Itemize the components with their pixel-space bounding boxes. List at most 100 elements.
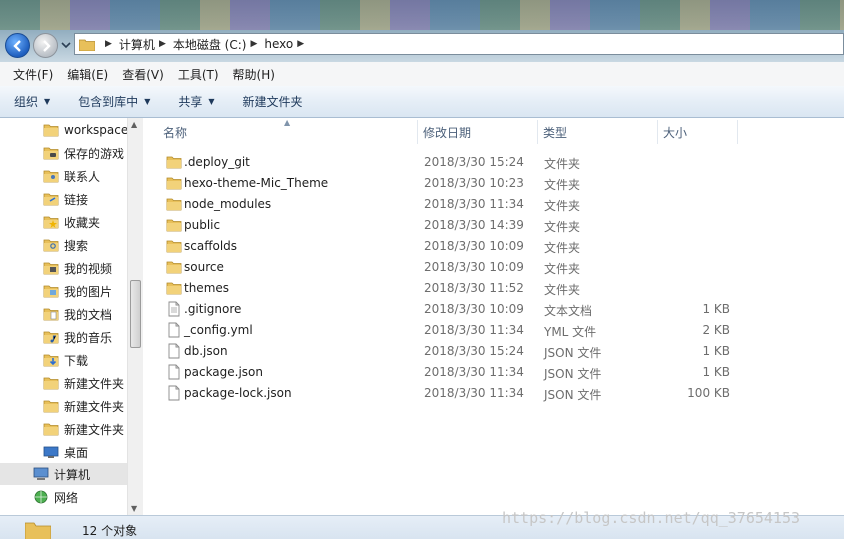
include-in-library-label: 包含到库中 (78, 95, 139, 109)
nav-item-7[interactable]: 我的图片 (0, 280, 128, 302)
share-button[interactable]: 共享 ▼ (178, 93, 214, 110)
breadcrumb-separator[interactable]: ▶ (297, 39, 304, 49)
file-row[interactable]: .deploy_git 2018/3/30 15:24 文件夹 (162, 151, 742, 172)
file-row[interactable]: node_modules 2018/3/30 11:34 文件夹 (162, 193, 742, 214)
file-date: 2018/3/30 11:52 (424, 281, 524, 295)
nav-item-1[interactable]: 保存的游戏 (0, 142, 128, 164)
chevron-down-icon: ▼ (208, 97, 215, 106)
file-size: 100 KB (687, 386, 730, 400)
forward-arrow-icon (43, 40, 51, 52)
navigation-scrollbar[interactable]: ▲ ▼ (127, 118, 143, 515)
nav-item-4[interactable]: 收藏夹 (0, 211, 128, 233)
nav-item-6[interactable]: 我的视频 (0, 257, 128, 279)
new-folder-button[interactable]: 新建文件夹 (243, 93, 303, 110)
breadcrumb-separator[interactable]: ▶ (250, 39, 257, 49)
breadcrumb-separator[interactable]: ▶ (105, 39, 112, 49)
folder-icon (166, 219, 182, 232)
breadcrumb-computer[interactable]: 计算机 (119, 36, 155, 53)
nav-item-9[interactable]: 我的音乐 (0, 326, 128, 348)
navigation-pane: workspace 保存的游戏联系人链接收藏夹搜索 我的视频 我的图片 我的文档 我的音乐… (0, 118, 143, 515)
folder-icon (166, 240, 182, 253)
nav-item-8[interactable]: 我的文档 (0, 303, 128, 325)
nav-item-label: 收藏夹 (64, 215, 101, 230)
nav-item-label: 链接 (64, 192, 89, 207)
nav-item-0[interactable]: workspace (0, 119, 128, 141)
nav-item-12[interactable]: 新建文件夹 (0, 395, 128, 417)
nav-item-11[interactable]: 新建文件夹 (0, 372, 128, 394)
file-row[interactable]: _config.yml 2018/3/30 11:34 YML 文件 2 KB (162, 319, 742, 340)
file-name: .gitignore (184, 302, 242, 316)
nav-item-label: 联系人 (64, 169, 101, 184)
menu-help[interactable]: 帮助(H) (226, 66, 282, 83)
file-type: YML 文件 (544, 325, 597, 339)
file-row[interactable]: public 2018/3/30 14:39 文件夹 (162, 214, 742, 235)
file-row[interactable]: package-lock.json 2018/3/30 11:34 JSON 文件 1… (162, 382, 742, 403)
file-type: 文件夹 (544, 283, 581, 297)
nav-item-label: 网络 (54, 490, 79, 505)
menu-file[interactable]: 文件(F) (6, 66, 60, 83)
nav-item-14[interactable]: 桌面 (0, 441, 128, 463)
nav-item-label: 新建文件夹 (64, 376, 125, 391)
file-date: 2018/3/30 10:23 (424, 176, 524, 190)
file-icon (168, 364, 180, 380)
file-type: 文件夹 (544, 241, 581, 255)
nav-item-13[interactable]: 新建文件夹 (0, 418, 128, 440)
column-date-label: 修改日期 (423, 125, 472, 140)
file-row[interactable]: package.json 2018/3/30 11:34 JSON 文件 1 KB (162, 361, 742, 382)
breadcrumb-separator[interactable]: ▶ (159, 39, 166, 49)
scrollbar-thumb[interactable] (130, 280, 141, 348)
file-type: 文件夹 (544, 220, 581, 234)
organize-button[interactable]: 组织 ▼ (14, 93, 50, 110)
nav-item-5[interactable]: 搜索 (0, 234, 128, 256)
column-header-size[interactable]: 大小 (658, 120, 738, 144)
column-header-type[interactable]: 类型 (538, 120, 658, 144)
item-count: 12 个对象 (82, 524, 138, 538)
recent-pages-dropdown-icon[interactable] (61, 40, 71, 50)
file-row[interactable]: themes 2018/3/30 11:52 文件夹 (162, 277, 742, 298)
file-row[interactable]: db.json 2018/3/30 15:24 JSON 文件 1 KB (162, 340, 742, 361)
file-row[interactable]: source 2018/3/30 10:09 文件夹 (162, 256, 742, 277)
scroll-down-icon[interactable]: ▼ (131, 504, 137, 513)
links-icon (43, 193, 59, 206)
searches-icon (43, 239, 59, 252)
watermark: https://blog.csdn.net/qq_37654153 (502, 509, 801, 527)
music-icon (43, 331, 59, 344)
nav-item-3[interactable]: 链接 (0, 188, 128, 210)
folder-icon (43, 377, 59, 390)
folder-icon (166, 156, 182, 169)
nav-item-16[interactable]: 网络 (0, 486, 128, 508)
nav-item-15[interactable]: 计算机 (0, 463, 128, 485)
folder-icon (43, 400, 59, 413)
menu-edit[interactable]: 编辑(E) (60, 66, 115, 83)
file-row[interactable]: scaffolds 2018/3/30 10:09 文件夹 (162, 235, 742, 256)
file-row[interactable]: hexo-theme-Mic_Theme 2018/3/30 10:23 文件夹 (162, 172, 742, 193)
nav-item-label: 计算机 (54, 467, 91, 482)
folder-icon (166, 177, 182, 190)
menu-tools[interactable]: 工具(T) (171, 66, 226, 83)
column-header-name[interactable]: 名称 (158, 120, 418, 144)
file-date: 2018/3/30 11:34 (424, 386, 524, 400)
include-in-library-button[interactable]: 包含到库中 ▼ (78, 93, 150, 110)
breadcrumb-local-disk[interactable]: 本地磁盘 (C:) (173, 36, 247, 53)
back-arrow-icon (13, 40, 21, 52)
file-type: JSON 文件 (544, 367, 602, 381)
nav-item-10[interactable]: 下载 (0, 349, 128, 371)
back-button[interactable] (5, 33, 30, 58)
file-icon (168, 385, 180, 401)
file-row[interactable]: .gitignore 2018/3/30 10:09 文本文档 1 KB (162, 298, 742, 319)
saved-games-icon (43, 147, 59, 160)
file-date: 2018/3/30 11:34 (424, 197, 524, 211)
breadcrumb-hexo[interactable]: hexo (264, 37, 293, 51)
file-type: 文件夹 (544, 178, 581, 192)
nav-item-2[interactable]: 联系人 (0, 165, 128, 187)
scroll-up-icon[interactable]: ▲ (131, 120, 137, 129)
folder-icon (25, 522, 51, 539)
forward-button[interactable] (33, 33, 58, 58)
file-date: 2018/3/30 15:24 (424, 155, 524, 169)
menu-bar: 文件(F) 编辑(E) 查看(V) 工具(T) 帮助(H) (0, 62, 844, 86)
menu-view[interactable]: 查看(V) (115, 66, 171, 83)
file-date: 2018/3/30 10:09 (424, 239, 524, 253)
column-header-date[interactable]: 修改日期 (418, 120, 538, 144)
file-size: 1 KB (702, 365, 730, 379)
address-bar[interactable]: ▶ 计算机 ▶ 本地磁盘 (C:) ▶ hexo ▶ (74, 33, 844, 55)
